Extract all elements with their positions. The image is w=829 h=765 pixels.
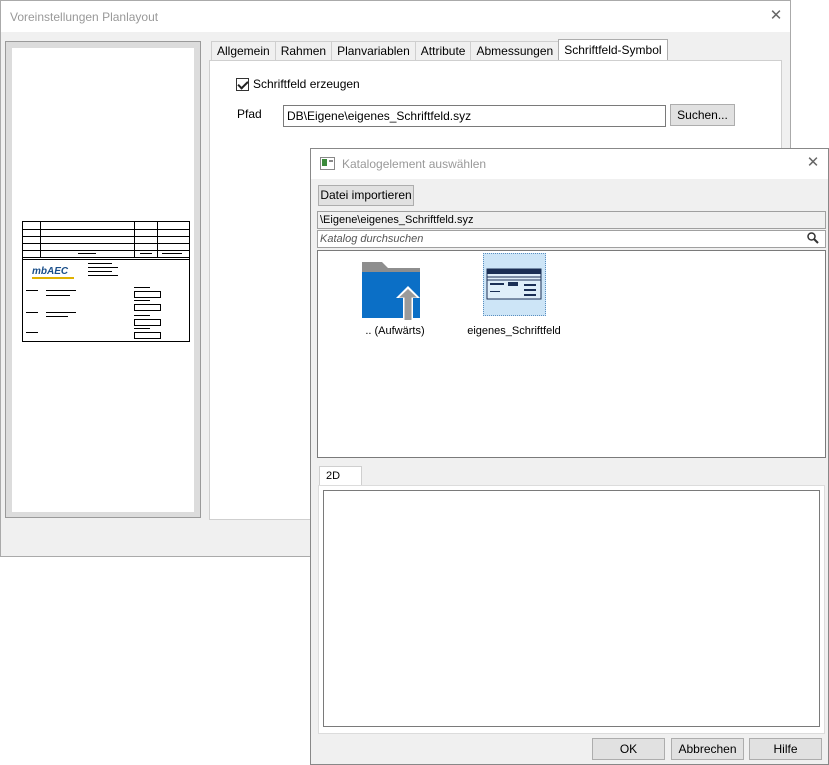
titleblock-thumbnail-icon (483, 253, 546, 316)
catalog-item-up[interactable]: .. (Aufwärts) (328, 253, 458, 341)
help-button[interactable]: Hilfe (749, 738, 822, 760)
ok-button[interactable]: OK (592, 738, 665, 760)
title-block-preview-drawing: mbAEC (22, 221, 190, 342)
tab-abmessungen[interactable]: Abmessungen (470, 41, 560, 61)
cancel-button[interactable]: Abbrechen (671, 738, 744, 760)
main-tab-bar: Allgemein Rahmen Planvariablen Attribute… (211, 39, 668, 61)
tab-schriftfeld-symbol[interactable]: Schriftfeld-Symbol (558, 39, 668, 61)
path-input[interactable]: DB\Eigene\eigenes_Schriftfeld.syz (283, 105, 666, 127)
tab-allgemein[interactable]: Allgemein (211, 41, 276, 61)
catalog-app-icon (320, 157, 335, 173)
catalog-item-list: .. (Aufwärts) eigenes_Schriftfeld (317, 250, 826, 458)
import-file-button[interactable]: Datei importieren (318, 185, 414, 206)
search-button[interactable]: Suchen... (670, 104, 735, 126)
2d-preview-canvas (323, 490, 820, 727)
catalog-dialog: Katalogelement auswählen ✕ Datei importi… (310, 148, 829, 765)
checkbox-label: Schriftfeld erzeugen (253, 77, 360, 91)
tab-planvariablen[interactable]: Planvariablen (331, 41, 416, 61)
preview-tab-content (318, 485, 825, 734)
search-icon[interactable] (807, 232, 819, 247)
catalog-close-icon[interactable]: ✕ (805, 155, 821, 171)
catalog-title-bar: Katalogelement auswählen ✕ (311, 149, 828, 179)
preview-paper: mbAEC (12, 48, 194, 512)
tab-attribute[interactable]: Attribute (414, 41, 472, 61)
main-close-icon[interactable]: ✕ (768, 8, 784, 24)
tab-rahmen[interactable]: Rahmen (274, 41, 333, 61)
main-title-bar: Voreinstellungen Planlayout ✕ (1, 1, 790, 32)
title-block-preview-pane: mbAEC (5, 41, 201, 518)
preview-logo: mbAEC (32, 266, 69, 277)
catalog-item-schriftfeld[interactable]: eigenes_Schriftfeld (444, 253, 574, 341)
catalog-search-placeholder: Katalog durchsuchen (320, 233, 424, 245)
catalog-item-up-label: .. (Aufwärts) (365, 325, 425, 337)
catalog-current-path: \Eigene\eigenes_Schriftfeld.syz (317, 211, 826, 229)
schriftfeld-checkbox[interactable] (236, 78, 249, 91)
main-window-title: Voreinstellungen Planlayout (10, 10, 159, 24)
catalog-window-title: Katalogelement auswählen (342, 157, 487, 171)
folder-up-icon (362, 262, 420, 320)
catalog-item-schriftfeld-label: eigenes_Schriftfeld (467, 325, 561, 337)
preview-tab-2d[interactable]: 2D (319, 466, 362, 486)
catalog-search-input[interactable]: Katalog durchsuchen (317, 230, 826, 248)
path-label: Pfad (237, 107, 262, 121)
